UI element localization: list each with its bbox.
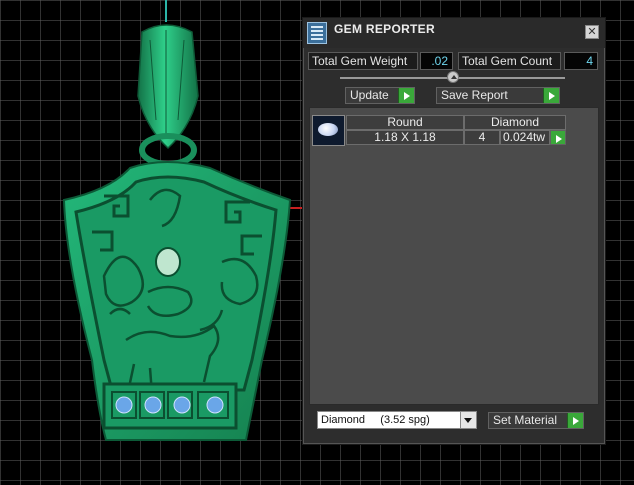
- play-arrow-icon: [543, 88, 559, 103]
- panel-title: GEM REPORTER: [334, 22, 435, 36]
- panel-title-bar[interactable]: GEM REPORTER ✕: [303, 18, 605, 48]
- gem-row-count: 4: [464, 130, 500, 145]
- column-header-shape: Round: [346, 115, 464, 130]
- column-header-material: Diamond: [464, 115, 566, 130]
- total-gem-weight-label: Total Gem Weight: [308, 52, 418, 70]
- set-material-button-label: Set Material: [493, 413, 558, 427]
- gem-row-size: 1.18 X 1.18: [346, 130, 464, 145]
- update-button[interactable]: Update: [345, 87, 415, 104]
- play-arrow-icon: [398, 88, 414, 103]
- total-gem-count-label: Total Gem Count: [458, 52, 561, 70]
- pendant-bail: [137, 24, 199, 167]
- gem-reporter-app-icon: [307, 22, 327, 44]
- chevron-down-icon[interactable]: [460, 412, 476, 428]
- update-button-label: Update: [350, 88, 389, 102]
- panel-slider-handle[interactable]: [447, 71, 459, 83]
- gem-2: [144, 396, 162, 414]
- round-gem-icon[interactable]: [312, 115, 345, 146]
- material-select[interactable]: Diamond (3.52 spg): [317, 411, 477, 429]
- gem-4: [206, 396, 224, 414]
- total-gem-count-value: 4: [564, 52, 598, 70]
- play-arrow-icon: [551, 131, 565, 144]
- set-material-button[interactable]: Set Material: [488, 412, 584, 429]
- gem-reporter-panel: GEM REPORTER ✕ Total Gem Weight .02 Tota…: [302, 17, 606, 445]
- jade-medallion: [155, 247, 181, 277]
- play-arrow-icon: [567, 413, 583, 428]
- total-gem-weight-value: .02: [420, 52, 453, 70]
- close-button[interactable]: ✕: [585, 25, 599, 39]
- material-select-value: Diamond (3.52 spg): [321, 414, 430, 426]
- save-report-button[interactable]: Save Report: [436, 87, 560, 104]
- gem-row-select-button[interactable]: [550, 130, 566, 145]
- gem-row-weight: 0.024tw: [500, 130, 550, 145]
- gem-3: [173, 396, 191, 414]
- gem-list[interactable]: Round Diamond 1.18 X 1.18 4 0.024tw: [309, 107, 599, 405]
- gem-1: [115, 396, 133, 414]
- save-report-button-label: Save Report: [441, 88, 508, 102]
